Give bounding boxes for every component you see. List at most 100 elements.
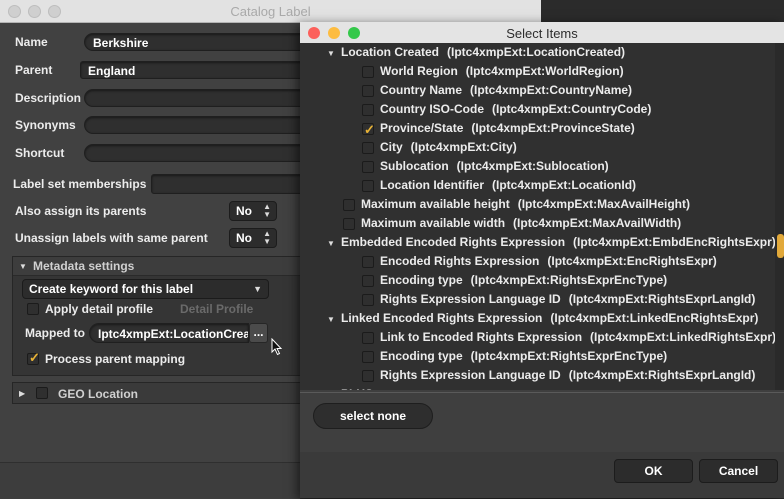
tree-scrollbar-thumb[interactable] — [777, 234, 784, 258]
mapped-to-field[interactable]: Iptc4xmpExt:LocationCrea — [89, 323, 249, 343]
label-set-field[interactable] — [151, 174, 321, 194]
stepper-arrows-icon: ▲ ▼ — [263, 202, 271, 219]
metadata-settings-title: Metadata settings — [33, 259, 135, 273]
tree-item[interactable]: ▼ Embedded Encoded Rights Expression (Iptc… — [300, 233, 775, 252]
keyword-mode-dropdown[interactable]: Create keyword for this label ▼ — [22, 279, 269, 299]
metadata-settings-header[interactable]: ▼ Metadata settings — [13, 257, 311, 276]
disclosure-down-icon[interactable]: ▼ — [327, 44, 335, 63]
browse-button[interactable]: ... — [249, 323, 268, 343]
tree-item[interactable]: Rights Expression Language ID (Iptc4xmpEx… — [300, 366, 775, 385]
tree-item-key: (Iptc4xmpExt:RightsExprEncType) — [470, 273, 668, 287]
process-parent-label: Process parent mapping — [45, 352, 186, 366]
tree-item[interactable]: Maximum available width (Iptc4xmpExt:MaxA… — [300, 214, 775, 233]
tree-item-checkbox[interactable] — [362, 294, 374, 306]
tree-item-key: (Iptc4xmpExt:ProvinceState) — [471, 121, 635, 135]
tree-item-label: Rights Expression Language ID — [380, 292, 561, 306]
tree-item-checkbox[interactable] — [362, 332, 374, 344]
tree-item[interactable]: ▼ PLUS — [300, 385, 775, 390]
tree-item-checkbox[interactable] — [343, 218, 355, 230]
mouse-cursor-icon — [271, 338, 283, 356]
apply-detail-checkbox[interactable] — [27, 303, 39, 315]
tree-item-checkbox[interactable] — [362, 275, 374, 287]
tree-item-label: Rights Expression Language ID — [380, 368, 561, 382]
tree-item-label: Link to Encoded Rights Expression — [380, 330, 583, 344]
disclosure-down-icon[interactable]: ▼ — [327, 386, 335, 390]
description-label: Description — [15, 91, 82, 105]
dialog-title: Select Items — [506, 26, 578, 41]
tree-item-label: Linked Encoded Rights Expression — [341, 311, 543, 325]
geo-location-checkbox[interactable] — [36, 387, 48, 399]
parent-field[interactable]: England — [80, 61, 324, 79]
tree-item-label: Encoding type — [380, 349, 463, 363]
detail-profile-button[interactable]: Detail Profile — [180, 302, 253, 316]
tree-item-checkbox[interactable] — [362, 66, 374, 78]
assign-parents-label: Also assign its parents — [15, 204, 147, 218]
name-field[interactable]: Berkshire — [84, 33, 324, 51]
tree-item-checkbox[interactable] — [362, 370, 374, 382]
tree-item-checkbox[interactable] — [362, 104, 374, 116]
tree-item[interactable]: Encoding type (Iptc4xmpExt:RightsExprEncT… — [300, 347, 775, 366]
tree-item-label: Maximum available width — [361, 216, 506, 230]
tree-item-label: City — [380, 140, 403, 154]
assign-parents-select[interactable]: No ▲ ▼ — [229, 201, 277, 221]
disclosure-down-icon[interactable]: ▼ — [327, 310, 335, 329]
process-parent-checkbox[interactable]: ✓ — [27, 350, 40, 365]
tree-item[interactable]: ▼ Linked Encoded Rights Expression (Iptc4x… — [300, 309, 775, 328]
tree-item[interactable]: ✓ Province/State (Iptc4xmpExt:ProvinceStat… — [300, 119, 775, 138]
tree-item[interactable]: Location Identifier (Iptc4xmpExt:Location… — [300, 176, 775, 195]
tree-item-checkbox[interactable] — [362, 142, 374, 154]
label-set-label: Label set memberships — [13, 177, 147, 191]
tree-scrollbar[interactable] — [775, 43, 784, 390]
geo-location-section[interactable]: ▶ GEO Location — [12, 382, 312, 404]
tree-item[interactable]: Rights Expression Language ID (Iptc4xmpEx… — [300, 290, 775, 309]
tree-item[interactable]: Maximum available height (Iptc4xmpExt:Max… — [300, 195, 775, 214]
stepper-arrows-icon: ▲ ▼ — [263, 229, 271, 246]
tree-item-checkbox[interactable]: ✓ — [362, 122, 375, 137]
tree-item-label: Location Identifier — [380, 178, 485, 192]
tree-item[interactable]: ▼ Location Created (Iptc4xmpExt:LocationCr… — [300, 43, 775, 62]
tree-item-checkbox[interactable] — [362, 256, 374, 268]
select-items-titlebar: Select Items — [300, 22, 784, 44]
tree-item-key: (Iptc4xmpExt:RightsExprEncType) — [470, 349, 668, 363]
window-title: Catalog Label — [230, 4, 311, 19]
tree-item-label: Sublocation — [380, 159, 449, 173]
geo-location-label: GEO Location — [58, 387, 139, 401]
disclosure-down-icon[interactable]: ▼ — [327, 234, 335, 253]
tree-item[interactable]: World Region (Iptc4xmpExt:WorldRegion) — [300, 62, 775, 81]
tree-item-checkbox[interactable] — [362, 161, 374, 173]
tree-item[interactable]: Encoding type (Iptc4xmpExt:RightsExprEncT… — [300, 271, 775, 290]
tree-item-label: Encoding type — [380, 273, 463, 287]
tree-item-label: World Region — [380, 64, 458, 78]
cancel-button[interactable]: Cancel — [699, 459, 778, 483]
tree-item[interactable]: Country ISO-Code (Iptc4xmpExt:CountryCode… — [300, 100, 775, 119]
tree-item[interactable]: Sublocation (Iptc4xmpExt:Sublocation) — [300, 157, 775, 176]
tree-item-key: (Iptc4xmpExt:RightsExprLangId) — [568, 292, 756, 306]
disclosure-down-icon: ▼ — [19, 262, 27, 271]
tree-item-key: (Iptc4xmpExt:EncRightsExpr) — [547, 254, 717, 268]
description-field[interactable] — [84, 89, 324, 107]
tree-item-checkbox[interactable] — [362, 351, 374, 363]
tree-item-checkbox[interactable] — [362, 85, 374, 97]
tree-item-checkbox[interactable] — [362, 180, 374, 192]
select-none-button[interactable]: select none — [313, 403, 433, 429]
tree-item[interactable]: Country Name (Iptc4xmpExt:CountryName) — [300, 81, 775, 100]
chevron-down-icon: ▼ — [253, 284, 262, 294]
disclosure-right-icon: ▶ — [19, 389, 26, 398]
tree-item[interactable]: Encoded Rights Expression (Iptc4xmpExt:En… — [300, 252, 775, 271]
tree-item-key: (Iptc4xmpExt:CountryCode) — [492, 102, 652, 116]
tree-item-key: (Iptc4xmpExt:LinkedEncRightsExpr) — [550, 311, 759, 325]
ok-button[interactable]: OK — [614, 459, 693, 483]
apply-detail-label: Apply detail profile — [45, 302, 154, 316]
keyword-mode-value: Create keyword for this label — [29, 282, 194, 296]
shortcut-field[interactable] — [84, 144, 324, 162]
tree-item-checkbox[interactable] — [343, 199, 355, 211]
tree-item[interactable]: Link to Encoded Rights Expression (Iptc4x… — [300, 328, 775, 347]
tree-item-key: (Iptc4xmpExt:LocationId) — [492, 178, 637, 192]
parent-label: Parent — [15, 63, 53, 77]
synonyms-field[interactable] — [84, 116, 324, 134]
unassign-select[interactable]: No ▲ ▼ — [229, 228, 277, 248]
tree-item[interactable]: City (Iptc4xmpExt:City) — [300, 138, 775, 157]
name-label: Name — [15, 35, 48, 49]
tree-item-key: (Iptc4xmpExt:City) — [410, 140, 517, 154]
tree-item-key: (Iptc4xmpExt:LocationCreated) — [447, 45, 626, 59]
